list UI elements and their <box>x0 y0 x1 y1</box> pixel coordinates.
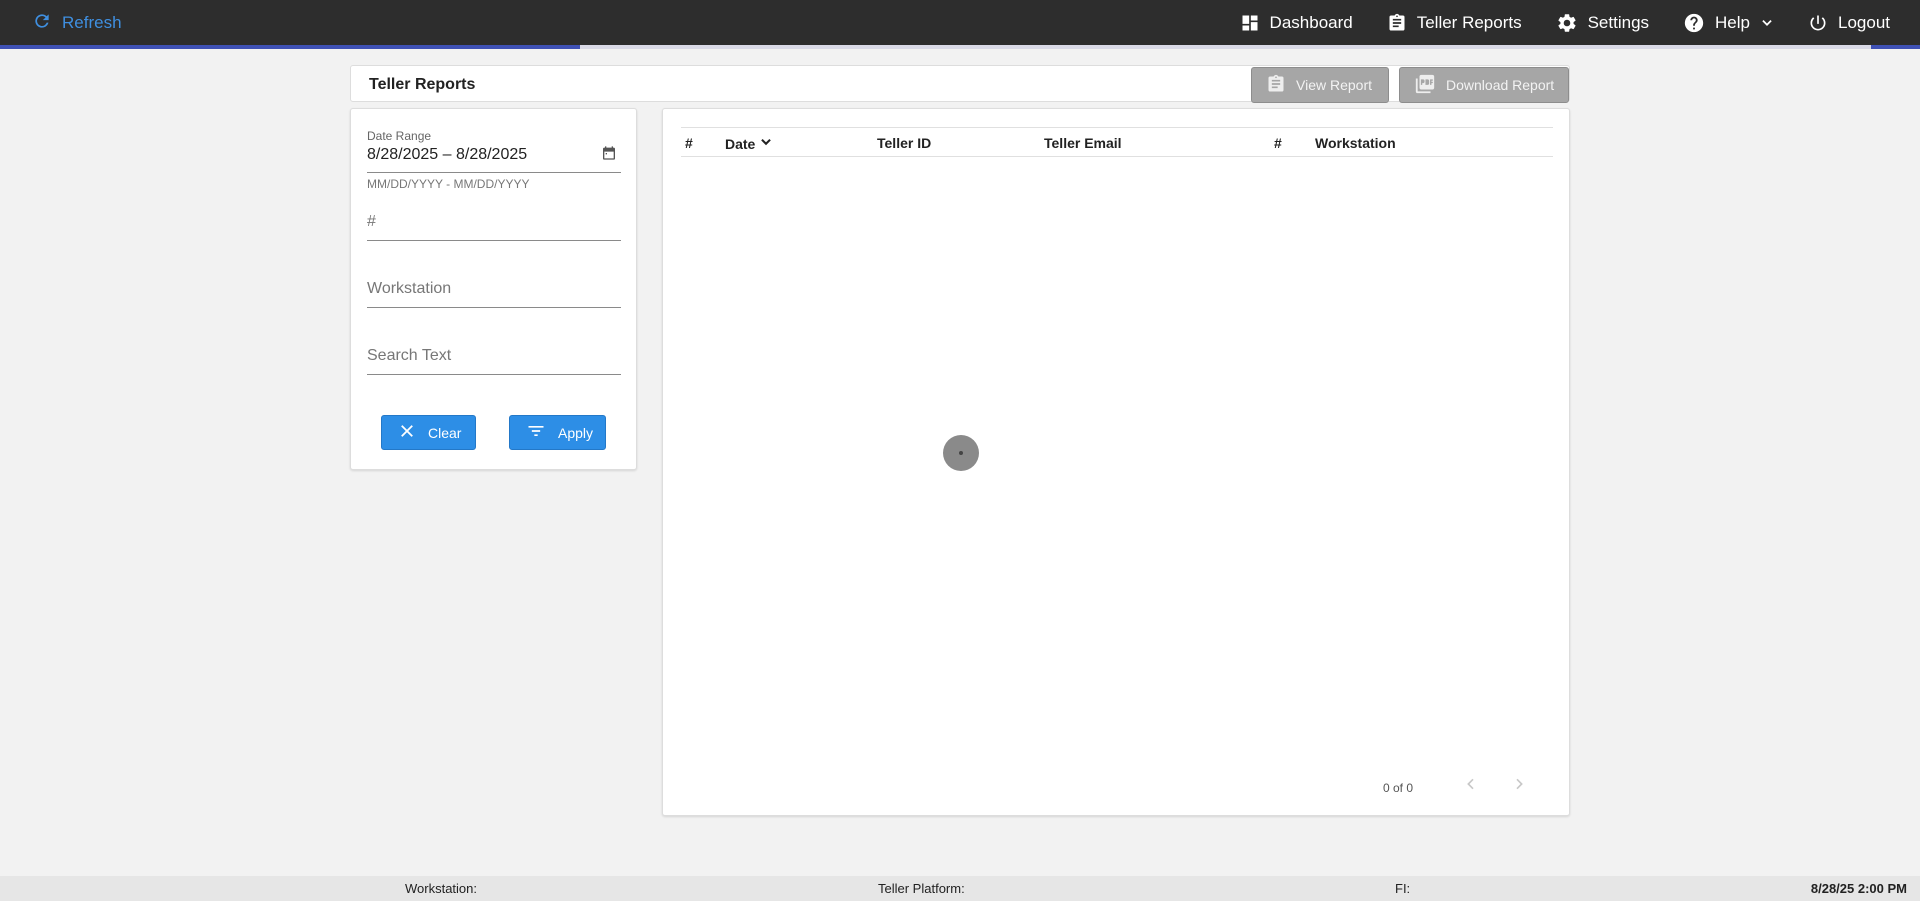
date-range-value: 8/28/2025 – 8/28/2025 <box>367 146 528 163</box>
apply-button[interactable]: Apply <box>509 415 606 450</box>
previous-page-button[interactable] <box>1459 774 1483 798</box>
clipboard-icon <box>1387 13 1407 33</box>
workstation-placeholder: Workstation <box>367 280 452 297</box>
column-header-label: Date <box>725 135 756 152</box>
loading-spinner <box>943 435 979 471</box>
date-range-hint: MM/DD/YYYY - MM/DD/YYYY <box>367 177 530 191</box>
gear-icon <box>1556 12 1578 34</box>
download-report-button[interactable]: Download Report <box>1399 67 1569 103</box>
column-header-label: # <box>685 135 693 151</box>
search-text-placeholder: Search Text <box>367 347 452 364</box>
nav-settings-label: Settings <box>1587 12 1650 32</box>
download-report-label: Download Report <box>1446 77 1555 93</box>
nav-logout-label: Logout <box>1838 12 1890 32</box>
refresh-button[interactable]: Refresh <box>32 10 122 36</box>
pdf-icon <box>1414 73 1436 98</box>
calendar-icon[interactable] <box>601 145 617 166</box>
nav-dashboard[interactable]: Dashboard <box>1240 13 1353 33</box>
refresh-label: Refresh <box>62 13 122 32</box>
progress-segment <box>0 45 580 49</box>
pagination-range: 0 of 0 <box>1383 781 1414 795</box>
column-header-number-2[interactable]: # <box>1274 135 1282 151</box>
nav-teller-reports[interactable]: Teller Reports <box>1387 13 1522 33</box>
filter-icon <box>526 421 546 444</box>
top-navbar: Refresh Dashboard Teller Reports Setting… <box>0 0 1920 45</box>
apply-label: Apply <box>558 424 594 441</box>
status-bar: Workstation: Teller Platform: FI: 8/28/2… <box>0 876 1920 901</box>
page-header-card: Teller Reports View Report Download Repo… <box>350 65 1570 103</box>
sort-desc-icon <box>759 135 773 152</box>
view-report-button[interactable]: View Report <box>1251 67 1389 103</box>
footer-fi: FI: <box>1395 881 1411 896</box>
column-header-date[interactable]: Date <box>725 135 773 152</box>
dashboard-icon <box>1240 13 1260 33</box>
column-header-label: Workstation <box>1315 135 1396 151</box>
power-icon <box>1808 13 1828 33</box>
page-title: Teller Reports <box>369 76 476 93</box>
column-header-label: Teller ID <box>877 135 932 151</box>
results-table-card: # Date Teller ID Teller Email # Workstat… <box>662 108 1570 816</box>
number-placeholder: # <box>367 213 376 230</box>
nav-logout[interactable]: Logout <box>1808 13 1890 33</box>
chevron-down-icon <box>1760 16 1774 30</box>
column-header-label: Teller Email <box>1044 135 1122 151</box>
clear-button[interactable]: Clear <box>381 415 476 450</box>
nav-dashboard-label: Dashboard <box>1269 12 1353 32</box>
footer-datetime: 8/28/25 2:00 PM <box>1810 881 1907 896</box>
workstation-input[interactable]: Workstation <box>367 280 621 308</box>
column-header-teller-email[interactable]: Teller Email <box>1044 135 1122 151</box>
nav-help[interactable]: Help <box>1683 12 1774 34</box>
next-page-button[interactable] <box>1507 774 1531 798</box>
table-header: # Date Teller ID Teller Email # Workstat… <box>681 127 1553 157</box>
refresh-icon <box>32 11 52 36</box>
help-icon <box>1683 12 1705 34</box>
close-icon <box>398 422 416 443</box>
date-range-label: Date Range <box>367 129 432 143</box>
column-header-teller-id[interactable]: Teller ID <box>877 135 931 151</box>
filter-panel: Date Range 8/28/2025 – 8/28/2025 MM/DD/Y… <box>350 108 637 470</box>
footer-workstation: Workstation: <box>405 881 478 896</box>
column-header-number[interactable]: # <box>685 135 693 151</box>
footer-teller-platform: Teller Platform: <box>878 881 965 896</box>
date-range-field[interactable]: Date Range 8/28/2025 – 8/28/2025 <box>367 129 621 173</box>
search-text-input[interactable]: Search Text <box>367 347 621 375</box>
column-header-label: # <box>1274 135 1282 151</box>
clear-label: Clear <box>428 424 462 441</box>
view-report-label: View Report <box>1296 77 1373 93</box>
loading-progress-bar <box>0 45 1920 49</box>
chevron-right-icon <box>1511 776 1527 797</box>
clipboard-icon <box>1266 74 1286 97</box>
progress-segment <box>1871 45 1920 49</box>
column-header-workstation[interactable]: Workstation <box>1315 135 1396 151</box>
nav-settings[interactable]: Settings <box>1556 12 1649 34</box>
nav-help-label: Help <box>1715 12 1750 32</box>
number-input[interactable]: # <box>367 213 621 241</box>
nav-teller-reports-label: Teller Reports <box>1416 12 1522 32</box>
main-nav: Dashboard Teller Reports Settings Help L… <box>1240 0 1890 45</box>
chevron-left-icon <box>1463 776 1479 797</box>
